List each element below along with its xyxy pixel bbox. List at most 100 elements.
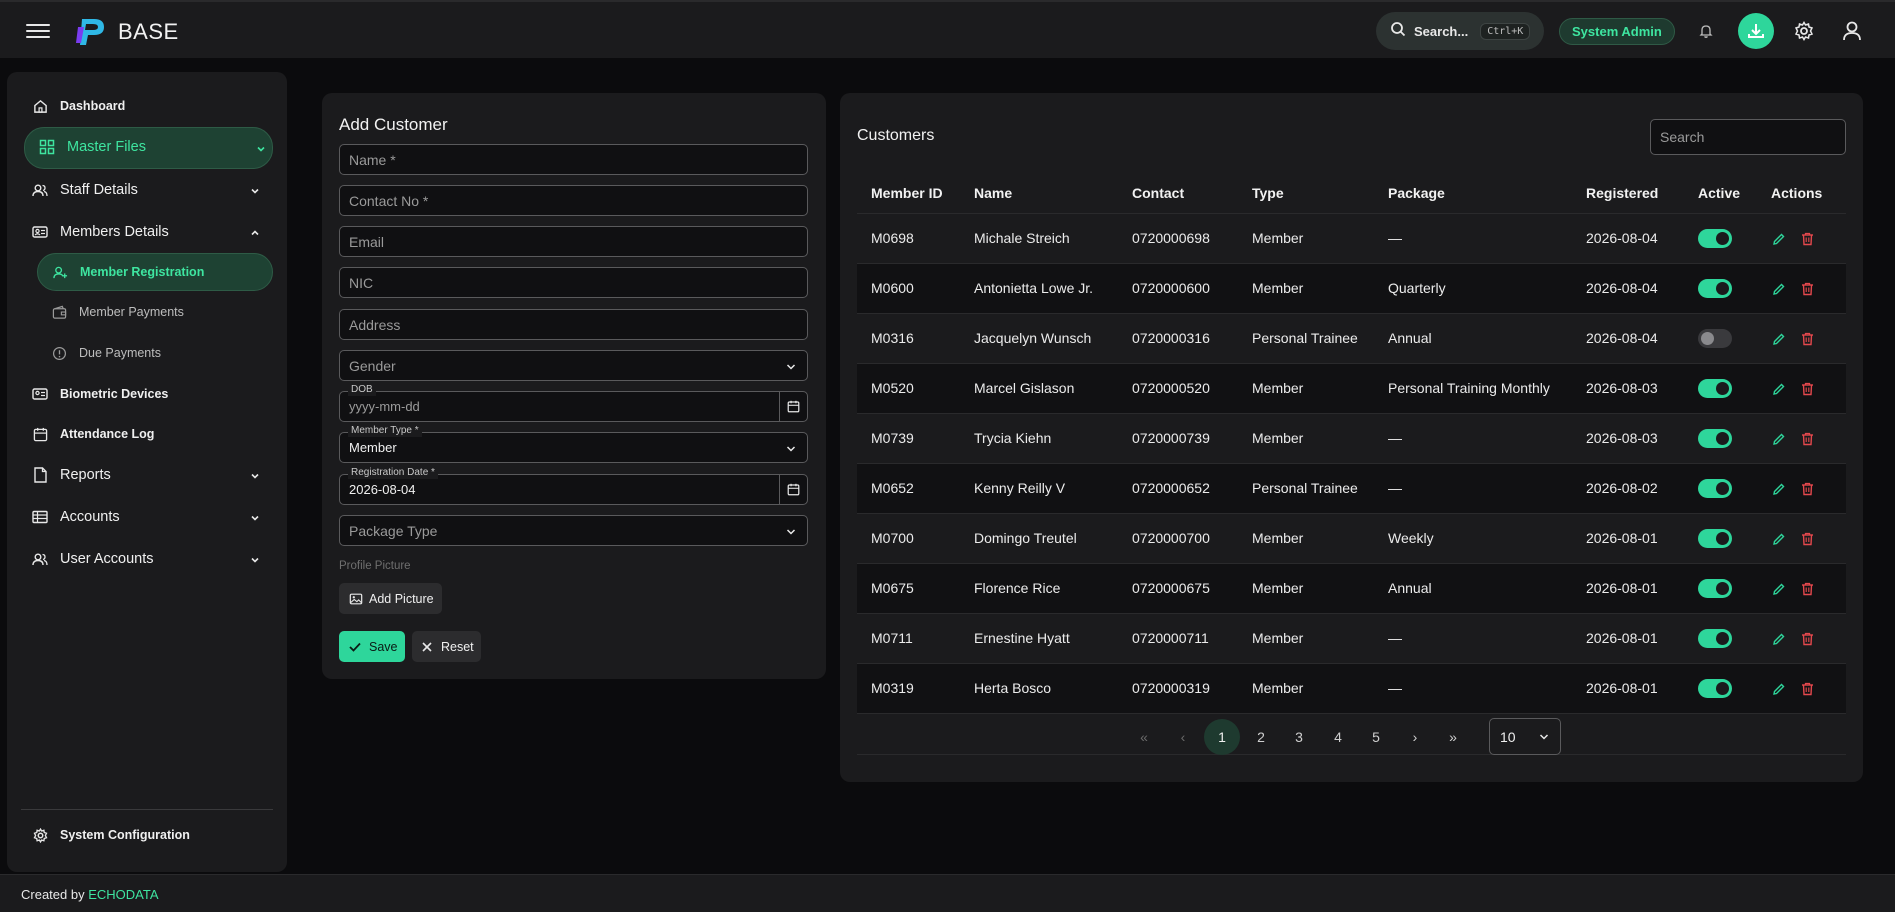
- customers-search-input[interactable]: [1650, 119, 1846, 155]
- cell-registered: 2026-08-04: [1572, 263, 1684, 314]
- active-toggle[interactable]: [1698, 628, 1732, 648]
- active-toggle[interactable]: [1698, 428, 1732, 448]
- edit-icon[interactable]: [1771, 331, 1787, 347]
- cell-actions: [1757, 613, 1846, 664]
- active-toggle[interactable]: [1698, 528, 1732, 548]
- active-toggle[interactable]: [1698, 328, 1732, 348]
- sidebar-item-accounts[interactable]: Accounts: [31, 508, 120, 526]
- user-plus-icon: [51, 263, 69, 281]
- cell-package: Personal Training Monthly: [1374, 363, 1572, 414]
- sidebar-item-reports[interactable]: Reports: [31, 466, 111, 484]
- edit-icon[interactable]: [1771, 481, 1787, 497]
- edit-icon[interactable]: [1771, 631, 1787, 647]
- sidebar-item-due-payments[interactable]: Due Payments: [50, 344, 161, 362]
- edit-icon[interactable]: [1771, 381, 1787, 397]
- gender-select[interactable]: Gender: [339, 350, 808, 381]
- cell-type: Member: [1238, 363, 1374, 414]
- rows-per-page-select[interactable]: 10: [1489, 718, 1561, 755]
- name-field[interactable]: Name *: [339, 144, 808, 175]
- sidebar-item-dashboard[interactable]: Dashboard: [31, 97, 125, 115]
- chevron-down-icon: [249, 553, 261, 565]
- nic-field[interactable]: NIC: [339, 267, 808, 298]
- sidebar-item-member-registration-content[interactable]: Member Registration: [51, 263, 204, 281]
- trash-icon[interactable]: [1799, 531, 1815, 547]
- calendar-icon[interactable]: [779, 391, 807, 422]
- dob-field[interactable]: DOB yyyy-mm-dd: [339, 384, 808, 422]
- email-field[interactable]: Email: [339, 226, 808, 257]
- file-icon: [31, 466, 49, 484]
- column-header[interactable]: Name: [960, 173, 1118, 214]
- active-toggle[interactable]: [1698, 678, 1732, 698]
- package-type-select[interactable]: Package Type: [339, 515, 808, 546]
- member-type-select[interactable]: Member Type * Member: [339, 425, 808, 463]
- trash-icon[interactable]: [1799, 381, 1815, 397]
- trash-icon[interactable]: [1799, 231, 1815, 247]
- trash-icon[interactable]: [1799, 631, 1815, 647]
- column-header[interactable]: Member ID: [857, 173, 960, 214]
- chevron-up-icon: [249, 226, 261, 238]
- column-header[interactable]: Package: [1374, 173, 1572, 214]
- edit-icon[interactable]: [1771, 431, 1787, 447]
- menu-icon[interactable]: [26, 20, 50, 40]
- page-button[interactable]: 3: [1281, 719, 1317, 755]
- global-search[interactable]: Search... Ctrl+K: [1376, 12, 1544, 50]
- address-field[interactable]: Address: [339, 309, 808, 340]
- edit-icon[interactable]: [1771, 581, 1787, 597]
- table-row: M0652 Kenny Reilly V 0720000652 Personal Tr…: [857, 463, 1846, 514]
- column-header[interactable]: Contact: [1118, 173, 1238, 214]
- customers-title: Customers: [857, 127, 935, 144]
- cell-registered: 2026-08-01: [1572, 663, 1684, 714]
- trash-icon[interactable]: [1799, 431, 1815, 447]
- gear-icon[interactable]: [1790, 17, 1818, 45]
- next-page-button[interactable]: ›: [1397, 719, 1433, 755]
- sidebar-item-master-files-content[interactable]: Master Files: [38, 138, 146, 156]
- sidebar-item-staff-details[interactable]: Staff Details: [31, 181, 138, 199]
- footer: Created by ECHODATA: [0, 874, 1895, 912]
- trash-icon[interactable]: [1799, 481, 1815, 497]
- active-toggle[interactable]: [1698, 228, 1732, 248]
- page-button[interactable]: 2: [1243, 719, 1279, 755]
- company-link[interactable]: ECHODATA: [88, 887, 158, 902]
- edit-icon[interactable]: [1771, 681, 1787, 697]
- active-toggle[interactable]: [1698, 378, 1732, 398]
- chevron-down-icon: [785, 525, 797, 541]
- active-toggle[interactable]: [1698, 278, 1732, 298]
- calendar-icon[interactable]: [779, 474, 807, 505]
- column-header[interactable]: Type: [1238, 173, 1374, 214]
- reset-button[interactable]: Reset: [412, 631, 481, 662]
- first-page-button[interactable]: «: [1126, 719, 1162, 755]
- add-picture-button[interactable]: Add Picture: [339, 583, 442, 614]
- page-button[interactable]: 1: [1204, 719, 1240, 755]
- edit-icon[interactable]: [1771, 531, 1787, 547]
- active-toggle[interactable]: [1698, 478, 1732, 498]
- registration-date-field[interactable]: Registration Date * 2026-08-04: [339, 467, 808, 505]
- trash-icon[interactable]: [1799, 681, 1815, 697]
- column-header[interactable]: Registered: [1572, 173, 1684, 214]
- prev-page-button[interactable]: ‹: [1165, 719, 1201, 755]
- contact-field[interactable]: Contact No *: [339, 185, 808, 216]
- bell-icon[interactable]: [1692, 17, 1720, 45]
- sidebar-item-biometric-devices[interactable]: Biometric Devices: [31, 385, 168, 403]
- sidebar-item-member-payments[interactable]: Member Payments: [50, 303, 184, 321]
- page-button[interactable]: 4: [1320, 719, 1356, 755]
- download-icon[interactable]: [1738, 13, 1774, 49]
- trash-icon[interactable]: [1799, 581, 1815, 597]
- cell-type: Member: [1238, 513, 1374, 564]
- page-button[interactable]: 5: [1358, 719, 1394, 755]
- active-toggle[interactable]: [1698, 578, 1732, 598]
- table-row: M0319 Herta Bosco 0720000319 Member —2026-08…: [857, 663, 1846, 714]
- sidebar-item-system-configuration[interactable]: System Configuration: [31, 826, 190, 844]
- trash-icon[interactable]: [1799, 281, 1815, 297]
- sidebar-item-user-accounts[interactable]: User Accounts: [31, 550, 154, 568]
- trash-icon[interactable]: [1799, 331, 1815, 347]
- save-button[interactable]: Save: [339, 631, 405, 662]
- last-page-button[interactable]: »: [1435, 719, 1471, 755]
- sidebar-item-members-details[interactable]: Members Details: [31, 223, 169, 241]
- sidebar-item-attendance-log[interactable]: Attendance Log: [31, 425, 154, 443]
- edit-icon[interactable]: [1771, 231, 1787, 247]
- cell-registered: 2026-08-03: [1572, 363, 1684, 414]
- user-icon[interactable]: [1838, 17, 1866, 45]
- role-badge[interactable]: System Admin: [1559, 18, 1675, 45]
- edit-icon[interactable]: [1771, 281, 1787, 297]
- cell-name: Michale Streich: [960, 213, 1118, 264]
